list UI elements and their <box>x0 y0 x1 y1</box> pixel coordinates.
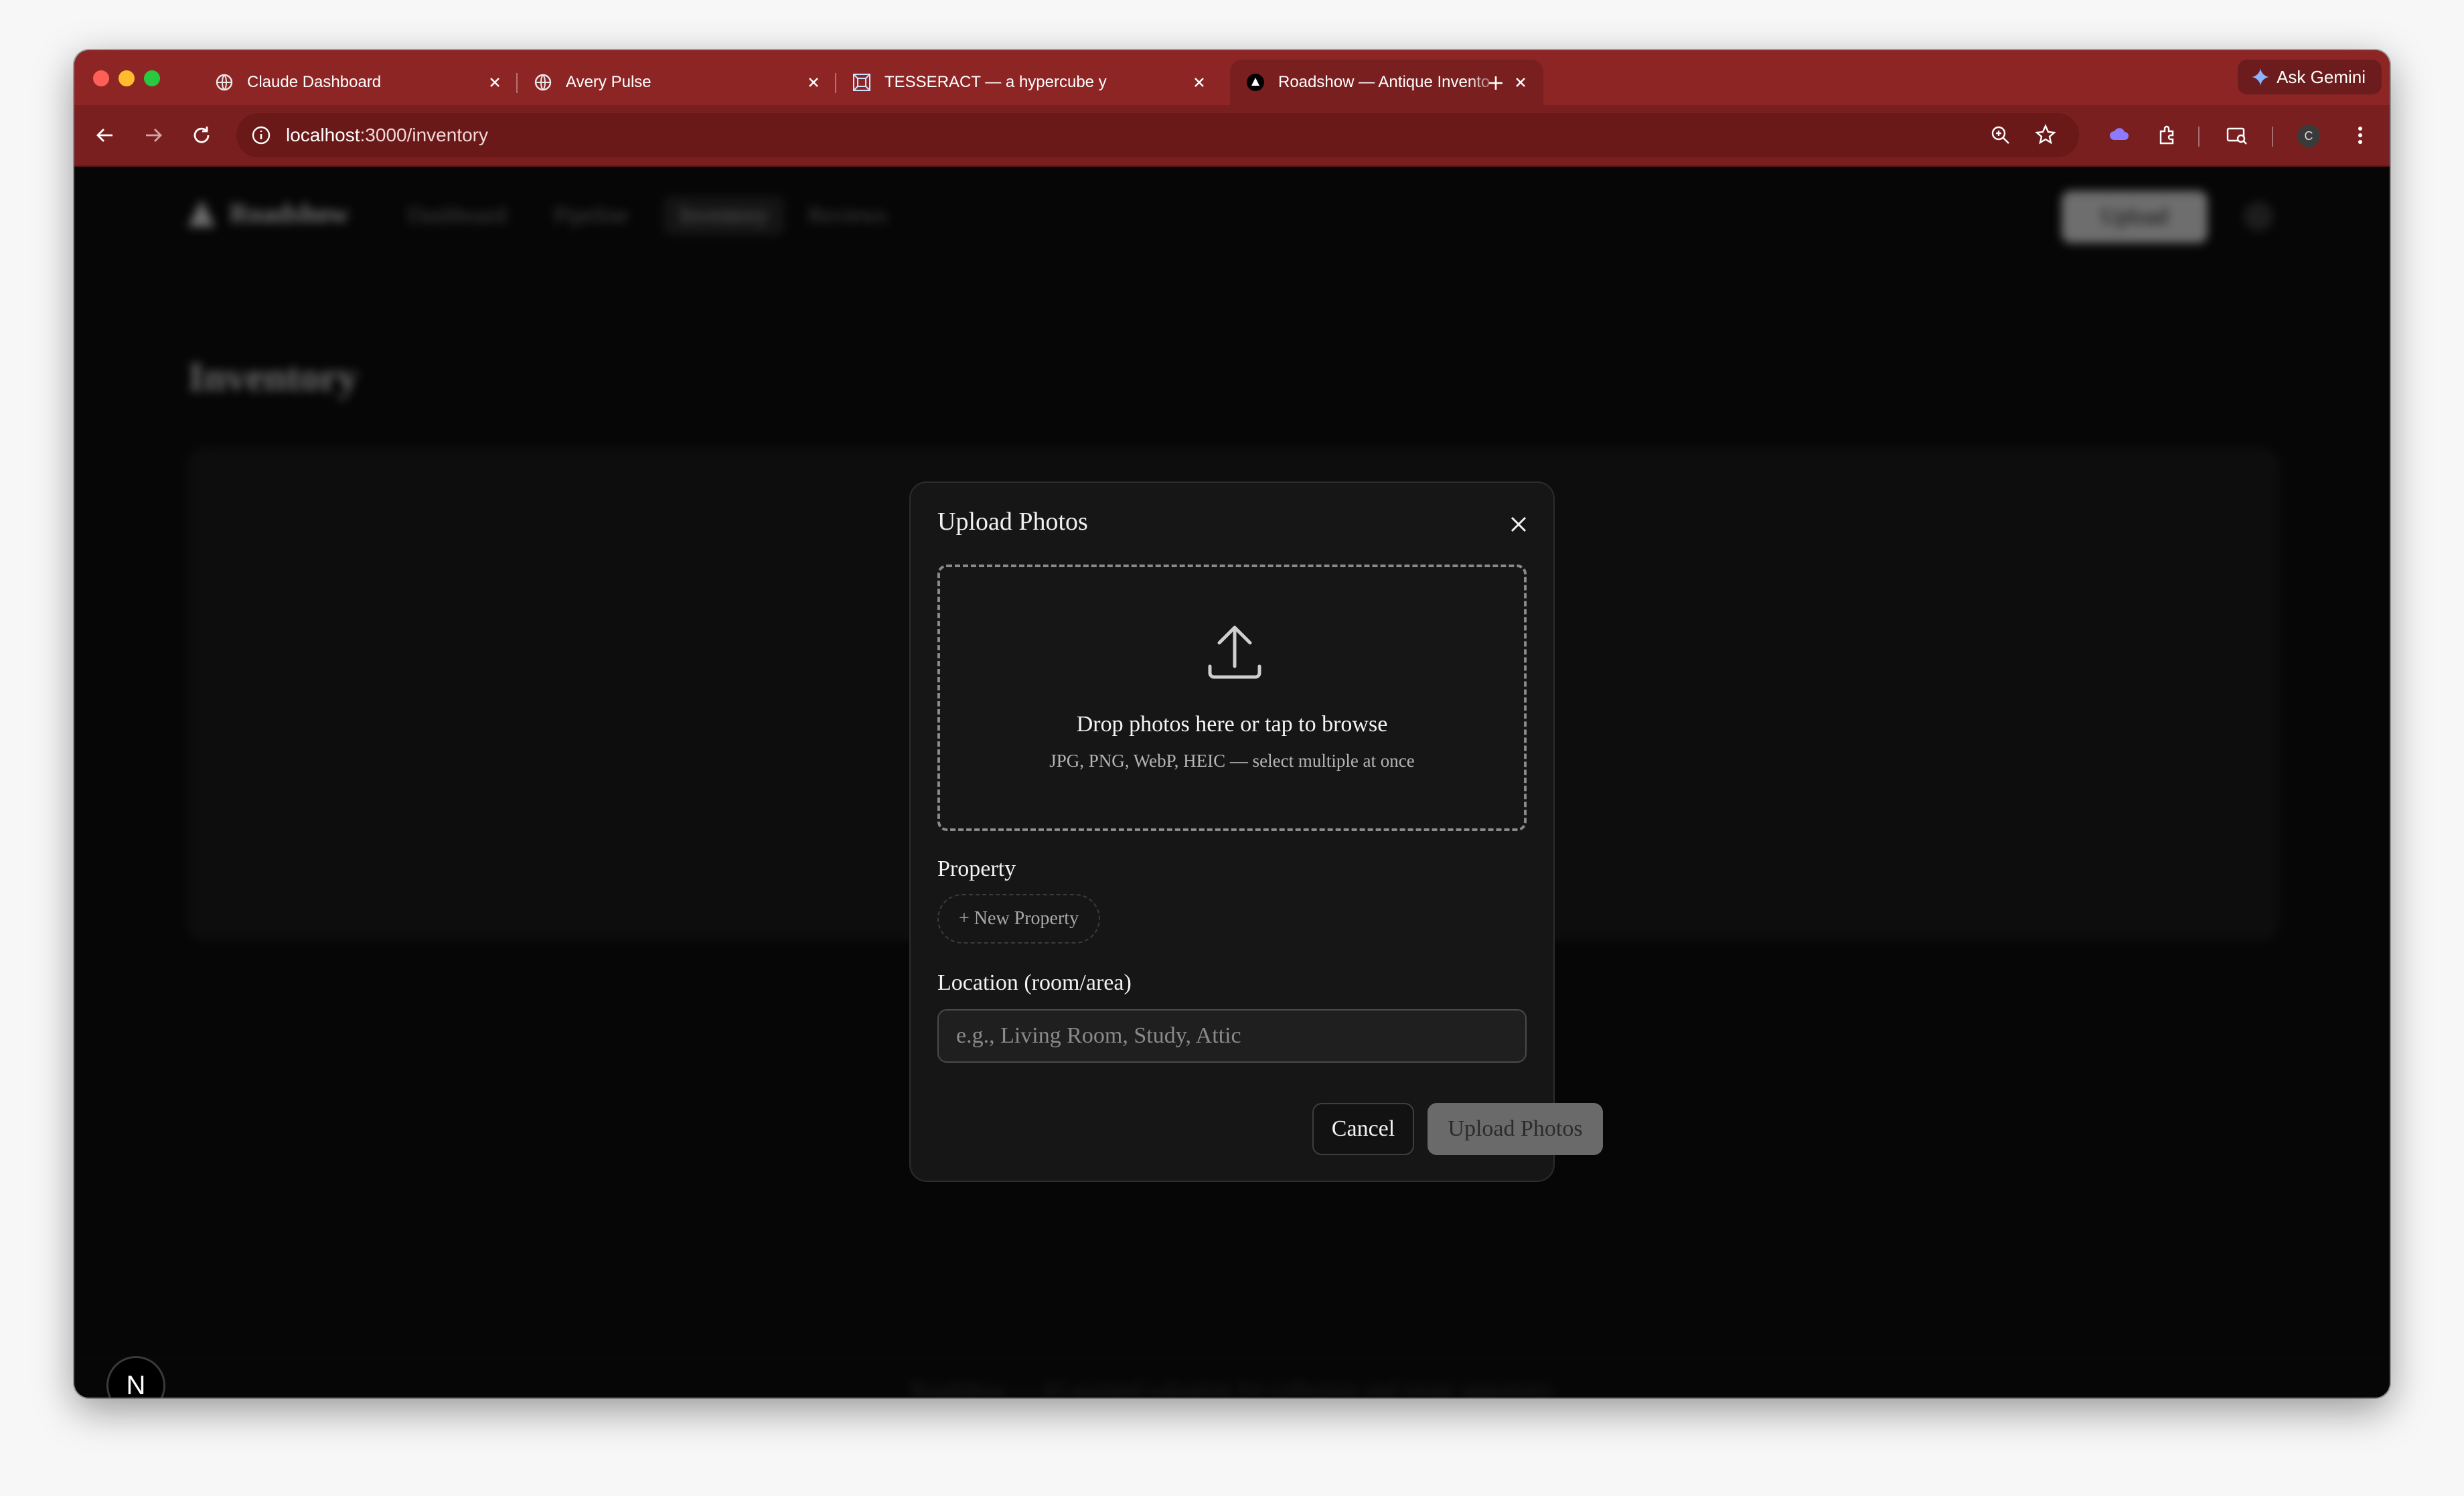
profile-avatar[interactable]: C <box>2297 125 2320 147</box>
dialog-title: Upload Photos <box>937 508 1088 536</box>
ask-gemini-button[interactable]: Ask Gemini <box>2238 60 2382 94</box>
tesseract-icon <box>852 73 871 92</box>
gemini-sparkle-icon <box>2252 68 2270 86</box>
new-tab-button[interactable] <box>1482 69 1510 97</box>
close-icon <box>1511 516 1527 532</box>
maximize-window-button[interactable] <box>144 70 160 86</box>
tab-title: Claude Dashboard <box>247 73 382 91</box>
triangle-logo-icon <box>1246 73 1265 92</box>
url-text: localhost:3000/inventory <box>286 125 488 145</box>
back-button[interactable] <box>90 121 120 150</box>
tab-title: Roadshow — Antique Invento <box>1278 73 1490 91</box>
upload-icon <box>1208 625 1261 679</box>
kebab-menu-icon <box>2358 127 2362 144</box>
extension-button[interactable] <box>2104 121 2134 150</box>
upload-photos-dialog: Upload Photos Drop photos here or tap to… <box>909 481 1603 1182</box>
tab-strip: Claude Dashboard Avery Pulse TESSERACT —… <box>74 50 2390 105</box>
cancel-button[interactable]: Cancel <box>1312 1103 1414 1155</box>
extension-cloud-icon <box>2109 128 2129 140</box>
tab-search-button[interactable] <box>2222 121 2252 150</box>
browser-toolbar: localhost:3000/inventory C <box>74 105 2390 167</box>
tab-claude-dashboard[interactable]: Claude Dashboard <box>199 60 518 105</box>
property-label: Property <box>937 856 1016 881</box>
tab-avery-pulse[interactable]: Avery Pulse <box>518 60 836 105</box>
tab-title: TESSERACT — a hypercube y <box>884 73 1107 91</box>
arrow-right-icon <box>146 129 162 142</box>
toolbar-divider <box>2272 127 2273 147</box>
location-input[interactable] <box>937 1009 1527 1063</box>
forward-button[interactable] <box>139 121 168 150</box>
bookmark-star-icon <box>2035 124 2056 145</box>
close-window-button[interactable] <box>93 70 109 86</box>
close-tab-icon[interactable] <box>1190 73 1209 92</box>
close-tab-icon[interactable] <box>804 73 823 92</box>
close-tab-icon[interactable] <box>485 73 504 92</box>
extensions-menu-button[interactable] <box>2153 121 2182 150</box>
minimize-window-button[interactable] <box>119 70 135 86</box>
close-tab-icon[interactable] <box>1511 73 1530 92</box>
photo-dropzone[interactable]: Drop photos here or tap to browse JPG, P… <box>937 565 1527 831</box>
site-info-icon <box>252 126 271 145</box>
dropzone-hint: JPG, PNG, WebP, HEIC — select multiple a… <box>1049 751 1415 771</box>
close-dialog-button[interactable] <box>1504 510 1533 539</box>
dropzone-title: Drop photos here or tap to browse <box>1076 712 1388 737</box>
tab-title: Avery Pulse <box>566 73 651 91</box>
new-property-button[interactable]: + New Property <box>937 894 1101 944</box>
tab-tesseract[interactable]: TESSERACT — a hypercube y <box>836 60 1222 105</box>
page-viewport: Roadshow Dashboard Pipeline Inventory Re… <box>74 167 2390 1398</box>
location-label: Location (room/area) <box>937 970 1132 995</box>
address-bar[interactable]: localhost:3000/inventory <box>236 113 2079 157</box>
upload-photos-button[interactable]: Upload Photos <box>1428 1103 1603 1155</box>
toolbar-divider <box>2198 127 2200 147</box>
browser-menu-button[interactable] <box>2345 121 2375 150</box>
globe-icon <box>534 73 552 92</box>
tab-search-icon <box>2226 127 2247 145</box>
arrow-left-icon <box>96 129 112 142</box>
puzzle-icon <box>2159 125 2174 145</box>
browser-window: Claude Dashboard Avery Pulse TESSERACT —… <box>74 50 2390 1398</box>
reload-button[interactable] <box>187 121 216 150</box>
ask-gemini-label: Ask Gemini <box>2277 66 2366 87</box>
globe-icon <box>215 73 234 92</box>
zoom-icon <box>1991 126 2009 144</box>
reload-icon <box>194 127 210 143</box>
plus-icon <box>1489 76 1503 90</box>
